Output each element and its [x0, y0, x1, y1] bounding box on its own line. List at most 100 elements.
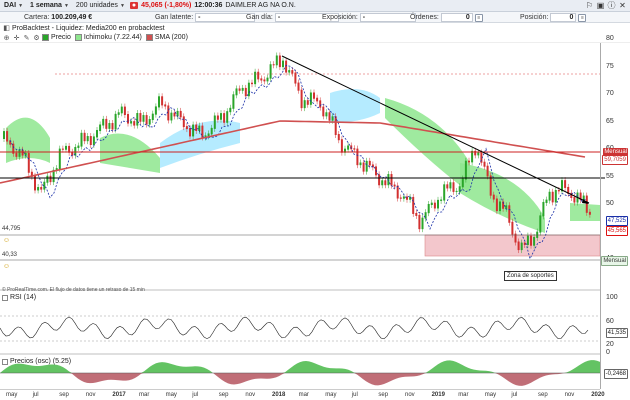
last-price: 45,065 (-1,80%) — [141, 2, 192, 9]
rsi-title[interactable]: RSI (14) — [2, 294, 36, 301]
candle-body — [139, 113, 142, 122]
time-tick: 2018 — [272, 392, 286, 398]
osc-title-label: Precios (osc) (5.25) — [10, 358, 72, 365]
candle-body — [539, 215, 542, 233]
positions-list-icon[interactable]: ≡ — [578, 13, 587, 22]
chevron-down-icon: ▼ — [119, 2, 125, 9]
probacktest-label: ProBacktest - Liquidez: Media200 en prob… — [12, 24, 165, 32]
time-tick: may — [165, 392, 177, 398]
candle-body — [77, 145, 80, 148]
probacktest-icon[interactable]: ◧ — [2, 24, 11, 33]
exposicion-label: Exposición: — [322, 14, 358, 21]
candle-body — [27, 153, 30, 173]
candle-body — [542, 201, 545, 217]
zoom-icon[interactable]: ⊕ — [2, 33, 11, 42]
osc-value-tag: -0,2468 — [603, 369, 628, 379]
candle-body — [247, 82, 250, 97]
indicator-row: ⊕ ✛ ✎ ⚙ Precio Ichimoku (7.22.44) SMA (2… — [0, 33, 630, 43]
candle-body — [548, 191, 551, 201]
period-selector[interactable]: 1 semana ▼ — [28, 1, 71, 11]
indicator-ichimoku[interactable]: Ichimoku (7.22.44) — [74, 33, 142, 42]
sma-value-tag: 59,7059 — [602, 155, 628, 165]
candle-body — [517, 241, 520, 251]
candle-body — [269, 64, 272, 79]
ticker-selector[interactable]: DAI ▼ — [2, 1, 25, 11]
price-tick: 65 — [606, 117, 614, 125]
candle-body — [433, 202, 436, 209]
candle-body — [412, 196, 415, 214]
price-tick: 70 — [606, 90, 614, 97]
candle-body — [384, 180, 387, 186]
candle-body — [111, 123, 114, 130]
candle-body — [483, 161, 486, 167]
posicion-field: Posición: 0 ≡ — [520, 12, 587, 23]
indicator-precio[interactable]: Precio — [42, 33, 71, 42]
candle-body — [381, 180, 384, 186]
candle-body — [272, 64, 275, 66]
indicator-sma[interactable]: SMA (200) — [145, 33, 188, 42]
price-indicator-icon: ● — [129, 2, 139, 9]
candle-body — [3, 131, 5, 139]
candle-body — [337, 134, 340, 141]
candle-body — [49, 175, 52, 183]
candle-body — [557, 190, 560, 192]
candle-body — [499, 201, 501, 212]
candle-body — [520, 242, 523, 251]
candle-body — [89, 136, 92, 146]
candle-body — [198, 125, 201, 131]
alert-icon[interactable]: ☺ — [2, 236, 11, 245]
bell-icon[interactable]: ⚐ — [584, 0, 595, 11]
price-chart[interactable] — [0, 43, 630, 389]
exposicion-value: - — [359, 13, 416, 22]
candle-body — [495, 198, 498, 212]
orders-list-icon[interactable]: ≡ — [474, 13, 483, 22]
kijun-value-tag: 47,525 — [605, 216, 628, 226]
ordenes-field: Órdenes: 0 ≡ — [410, 12, 483, 23]
candle-body — [449, 182, 452, 189]
candle-body — [533, 236, 536, 246]
time-tick: jul — [351, 392, 358, 398]
candle-body — [393, 184, 396, 187]
osc-title[interactable]: Precios (osc) (5.25) — [2, 358, 71, 365]
candle-body — [486, 165, 489, 177]
draw-tools-icon[interactable]: ✎ — [22, 33, 31, 42]
units-selector[interactable]: 200 unidades ▼ — [74, 1, 127, 11]
price-tick: 50 — [606, 200, 614, 207]
last-time: 12:00:36 — [194, 2, 223, 9]
settings-icon[interactable]: ⚙ — [32, 33, 41, 42]
candle-body — [244, 87, 247, 97]
candle-body — [424, 212, 427, 219]
candle-body — [362, 162, 365, 172]
company-name: DAIMLER AG NA O.N. — [225, 2, 296, 9]
candle-body — [390, 174, 393, 186]
candle-body — [192, 124, 195, 137]
close-icon[interactable]: ✕ — [617, 0, 628, 11]
info-icon[interactable]: ⓘ — [606, 0, 617, 11]
candle-body — [505, 205, 508, 209]
crosshair-icon[interactable]: ✛ — [12, 33, 21, 42]
candle-body — [347, 145, 350, 150]
osc-panel-icon — [2, 358, 8, 365]
candle-body — [328, 112, 331, 121]
units-label: 200 unidades — [75, 2, 118, 9]
candle-body — [189, 128, 191, 137]
candle-body — [313, 92, 315, 99]
candle-body — [282, 60, 284, 68]
time-tick: may — [484, 392, 497, 398]
right-axis-border — [600, 43, 601, 389]
ordenes-value: 0 — [440, 13, 473, 22]
candle-body — [216, 115, 219, 120]
camera-icon[interactable]: ▣ — [595, 0, 606, 11]
alert-icon-2[interactable]: ☺ — [2, 262, 11, 271]
candle-body — [526, 235, 529, 245]
ticker-label: DAI — [4, 2, 17, 9]
rsi-tick-20: 20 — [606, 341, 614, 348]
candle-body — [123, 106, 126, 116]
candle-body — [288, 70, 291, 73]
candle-body — [142, 115, 145, 122]
candle-body — [588, 211, 591, 215]
indicator-precio-label: Precio — [51, 34, 71, 41]
rsi-panel-bg — [0, 291, 600, 353]
candle-body — [151, 113, 154, 121]
time-tick: nov — [85, 392, 96, 398]
